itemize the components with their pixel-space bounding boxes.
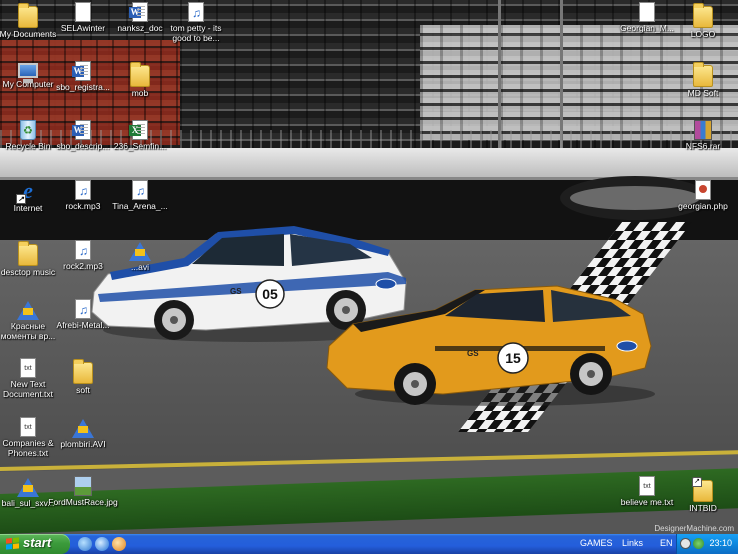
white-car-number: 05 — [262, 286, 278, 302]
desktop-icon-intbid[interactable]: INTBID — [668, 476, 738, 513]
icon-label: Afrebi-Metal... — [56, 320, 110, 330]
icon-label: FordMustRace.jpg — [48, 497, 118, 507]
icon-label: NFS6.rar — [685, 141, 721, 151]
windows-logo-icon — [6, 537, 19, 550]
show-desktop-icon[interactable] — [78, 537, 92, 551]
desktop-icon-tina-arena[interactable]: Tina_Arena_... — [105, 180, 175, 211]
orange-race-car: 15 GS — [326, 285, 655, 406]
folder-icon — [18, 241, 38, 266]
computer-icon — [18, 63, 38, 83]
folder-icon — [693, 62, 713, 87]
desktop-icon-nfs6-rar[interactable]: NFS6.rar — [668, 120, 738, 151]
desktop-icon-mob[interactable]: mob — [105, 61, 175, 98]
document-icon — [639, 2, 655, 22]
icon-label: MD Soft — [687, 88, 719, 98]
desktop-icon-plombiri-avi[interactable]: plombiri.AVI — [48, 417, 118, 449]
desktop-icon-georgian-php[interactable]: georgian.php — [668, 180, 738, 211]
excel-document-icon: X — [129, 120, 148, 140]
orange-car-number: 15 — [505, 350, 521, 366]
desktop-icon-236-semfin[interactable]: X 236_Semfin... — [105, 120, 175, 151]
toolbar-links[interactable]: Links — [622, 538, 643, 548]
recycle-bin-icon — [20, 120, 36, 140]
network-icon[interactable] — [693, 538, 704, 549]
php-file-icon — [695, 180, 711, 200]
icon-label: soft — [76, 385, 90, 395]
word-document-icon: W — [72, 61, 91, 81]
desktop-icon-soft[interactable]: soft — [48, 358, 118, 395]
text-file-icon: txt — [639, 476, 655, 496]
icon-label: plombiri.AVI — [60, 439, 106, 449]
desktop-icon-avi[interactable]: ...avi — [105, 240, 175, 272]
image-file-icon — [74, 476, 92, 496]
icon-label: tom petty - its good to be... — [170, 23, 222, 43]
icon-label: INTBID — [689, 503, 717, 513]
wallpaper-watermark: DesignerMachine.com — [654, 524, 734, 533]
light-pole — [560, 0, 563, 150]
desktop-icon-logo[interactable]: LOGO — [668, 2, 738, 39]
mp3-icon — [75, 299, 91, 319]
clock[interactable]: 23:10 — [709, 538, 732, 548]
icon-label: Tina_Arena_... — [112, 201, 168, 211]
desktop-icon-md-soft[interactable]: MD Soft — [668, 61, 738, 98]
folder-documents-icon — [18, 3, 38, 28]
mp3-icon — [75, 180, 91, 200]
system-tray: 23:10 — [676, 534, 738, 554]
folder-icon — [692, 477, 713, 502]
desktop-icon-afrebi-metal[interactable]: Afrebi-Metal... — [48, 299, 118, 330]
icon-label: georgian.php — [678, 201, 728, 211]
folder-icon — [73, 359, 93, 384]
media-player-icon[interactable] — [112, 537, 126, 551]
icon-label: 236_Semfin... — [113, 141, 167, 151]
media-file-icon — [129, 242, 151, 261]
white-car-class: GS — [230, 287, 242, 296]
mp3-icon — [188, 2, 204, 22]
icon-label: LOGO — [690, 29, 716, 39]
mp3-icon — [75, 240, 91, 260]
media-file-icon — [17, 301, 39, 320]
archive-icon — [694, 120, 712, 140]
icon-label: ...avi — [131, 262, 149, 272]
text-file-icon: txt — [20, 358, 36, 378]
word-document-icon: W — [129, 2, 148, 22]
internet-explorer-icon: e — [16, 180, 38, 204]
light-pole — [498, 0, 501, 150]
mp3-icon — [132, 180, 148, 200]
orange-car-class: GS — [467, 349, 479, 358]
internet-explorer-quicklaunch-icon[interactable] — [95, 537, 109, 551]
icon-label: mob — [131, 88, 149, 98]
word-document-icon: W — [72, 120, 91, 140]
toolbar-games[interactable]: GAMES — [580, 538, 613, 548]
taskbar: start GAMES Links EN 23:10 — [0, 534, 738, 554]
text-file-icon: txt — [20, 417, 36, 437]
start-button[interactable]: start — [0, 534, 70, 554]
media-file-icon — [72, 419, 94, 438]
desktop-icon-fordmustrace-jpg[interactable]: FordMustRace.jpg — [48, 476, 118, 507]
tray-expand-icon[interactable] — [680, 538, 691, 549]
folder-icon — [130, 62, 150, 87]
language-indicator[interactable]: EN — [660, 538, 673, 548]
document-icon — [75, 2, 91, 22]
start-label: start — [23, 535, 52, 550]
folder-icon — [693, 3, 713, 28]
media-file-icon — [17, 478, 39, 497]
desktop-icon-tom-petty[interactable]: tom petty - its good to be... — [161, 2, 231, 43]
